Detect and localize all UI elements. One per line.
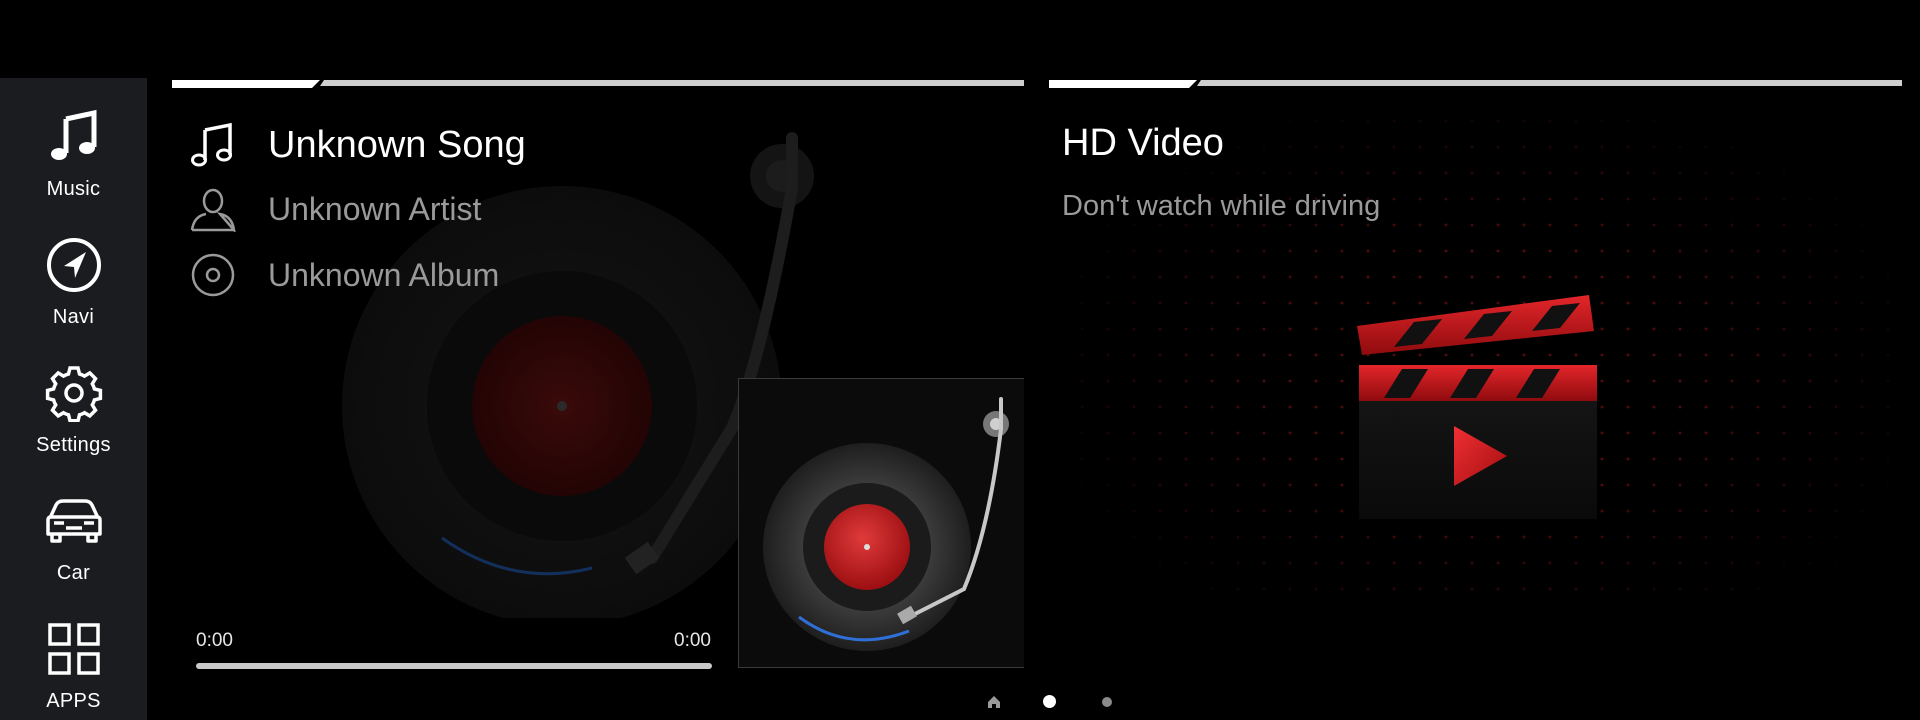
person-icon (188, 184, 238, 234)
page-indicator (0, 690, 1920, 714)
album-art[interactable] (738, 378, 1024, 668)
song-title: Unknown Song (268, 123, 526, 166)
album-row: Unknown Album (188, 250, 499, 300)
song-title-row: Unknown Song (188, 120, 526, 170)
home-icon[interactable] (986, 694, 1002, 710)
navigation-arrow-icon (43, 234, 105, 296)
sidebar-item-label: Settings (36, 434, 111, 456)
music-note-icon (43, 106, 105, 168)
gear-icon (43, 362, 105, 424)
sidebar: Music Navi Settings Car APPS (0, 78, 147, 720)
grid-apps-icon (43, 618, 105, 680)
sidebar-item-label: Music (46, 178, 101, 200)
sidebar-item-car[interactable]: Car (0, 472, 147, 592)
sidebar-item-label: Navi (52, 306, 95, 328)
turntable-thumbnail-graphic (763, 397, 1009, 651)
video-header-bar (1049, 80, 1902, 88)
video-title: HD Video (1062, 122, 1224, 164)
sidebar-item-music[interactable]: Music (0, 88, 147, 208)
album-name: Unknown Album (268, 256, 500, 293)
artist-name: Unknown Artist (268, 190, 482, 227)
sidebar-item-navi[interactable]: Navi (0, 216, 147, 336)
page-dot[interactable] (1102, 697, 1112, 707)
video-warning-text: Don't watch while driving (1062, 190, 1381, 222)
music-widget[interactable]: Unknown Song Unknown Artist Unknown Albu… (172, 78, 1024, 672)
video-widget[interactable]: HD Video Don't watch while driving (1049, 78, 1902, 672)
music-note-icon (188, 120, 238, 170)
sidebar-item-settings[interactable]: Settings (0, 344, 147, 464)
clapperboard-play-icon (1357, 295, 1597, 519)
current-time: 0:00 (196, 630, 233, 651)
progress-bar[interactable] (196, 663, 712, 669)
page-dot-active[interactable] (1043, 695, 1056, 708)
total-time: 0:00 (674, 630, 711, 651)
artist-row: Unknown Artist (188, 184, 481, 234)
sidebar-item-label: Car (56, 562, 91, 584)
music-header-bar (172, 80, 1024, 88)
disc-icon (188, 250, 238, 300)
car-icon (43, 490, 105, 552)
